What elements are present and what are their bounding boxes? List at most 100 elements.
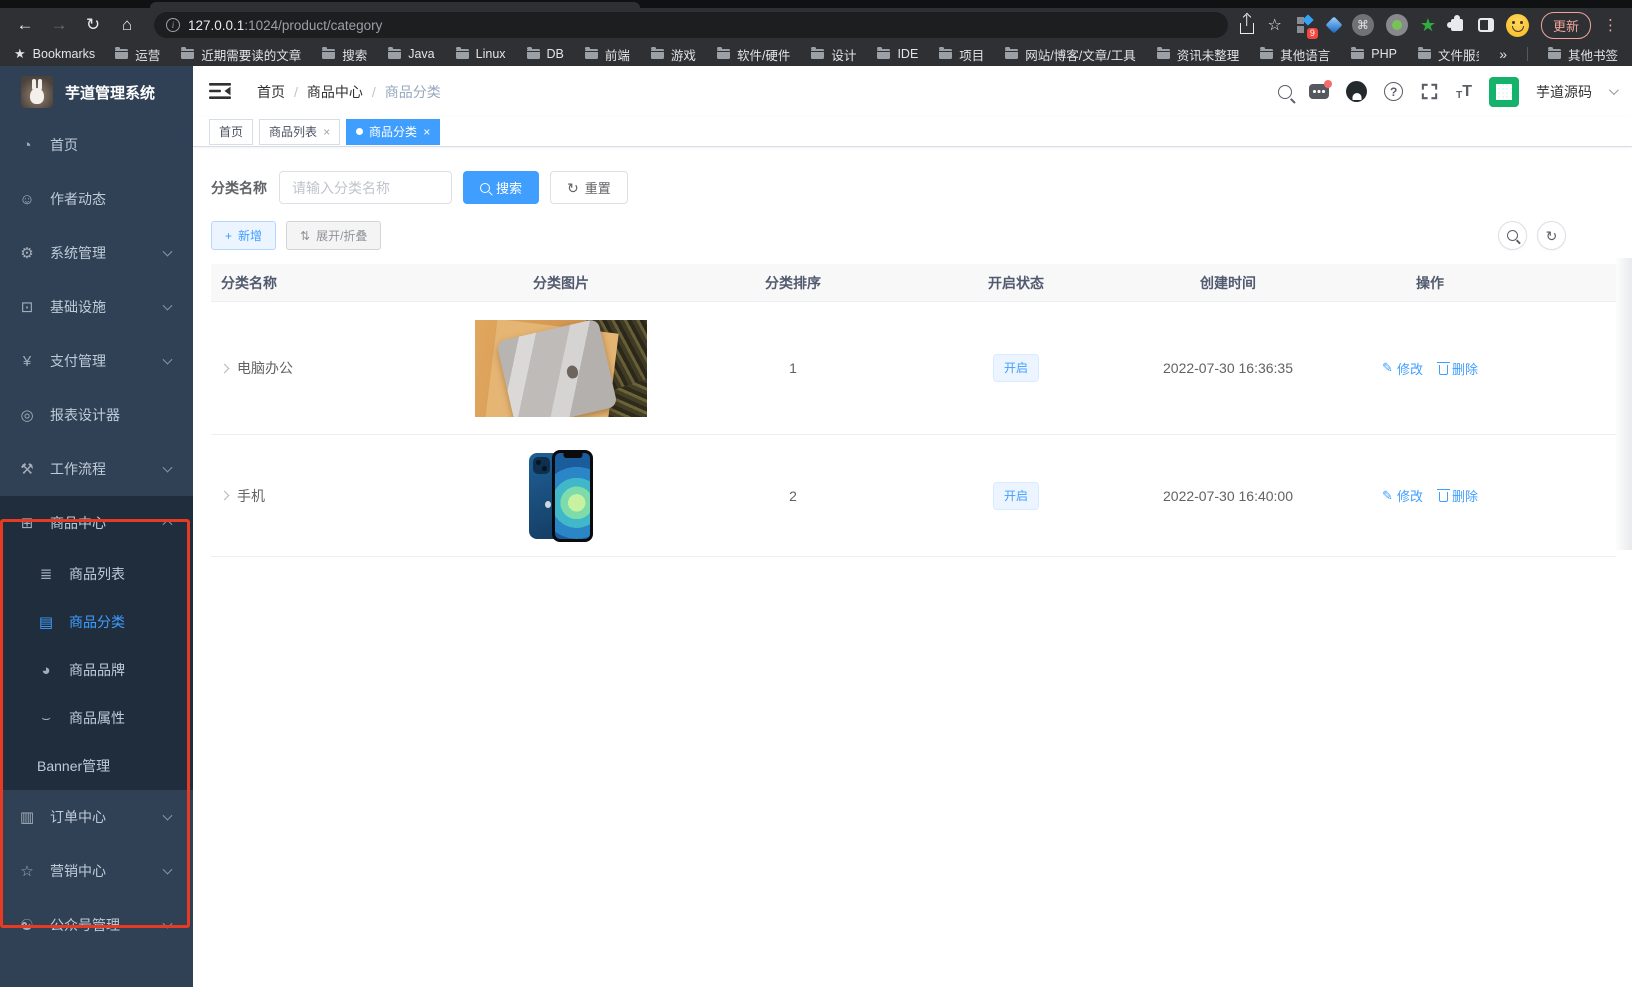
sidebar-item-首页[interactable]: ◔首页 [0,118,193,172]
star-extension-icon[interactable]: ★ [1420,16,1436,34]
expand-collapse-button[interactable]: ⇅展开/折叠 [286,221,381,250]
profile-emoji-icon[interactable] [1506,14,1529,37]
github-icon[interactable] [1346,81,1367,102]
add-button[interactable]: +新增 [211,221,276,250]
category-sort: 1 [702,360,884,376]
sidebar-item-报表设计器[interactable]: ◎报表设计器 [0,388,193,442]
status-badge[interactable]: 开启 [993,354,1039,382]
edit-button[interactable]: ✎修改 [1382,359,1423,378]
search-icon[interactable] [1278,85,1292,99]
bookmarks-overflow-chevron[interactable]: » [1499,46,1507,62]
refresh-button[interactable]: ↻ [1537,221,1566,250]
yen-icon: ¥ [18,353,36,370]
bookmark-folder[interactable]: 软件/硬件 [717,45,790,64]
hide-search-button[interactable] [1498,221,1527,250]
fullscreen-icon[interactable] [1420,82,1439,101]
bookmark-folder[interactable]: Linux [456,47,506,61]
sidebar-item-作者动态[interactable]: ☺作者动态 [0,172,193,226]
url-bar[interactable]: i 127.0.0.1:1024/product/category [154,12,1228,38]
sidebar: 芋道管理系统 ◔首页☺作者动态⚙系统管理⊡基础设施¥支付管理◎报表设计器⚒工作流… [0,66,193,987]
bookmark-folder[interactable]: 近期需要读的文章 [181,45,301,64]
bookmarks-bar: ★ Bookmarks 运营 近期需要读的文章 搜索 Java Linux DB 前端 游戏 软… [0,42,1632,66]
collapse-sidebar-icon[interactable] [209,82,233,102]
bookmark-folder[interactable]: 项目 [939,45,984,64]
bookmark-folder[interactable]: 运营 [115,45,160,64]
status-badge[interactable]: 开启 [993,482,1039,510]
sidebar-item-系统管理[interactable]: ⚙系统管理 [0,226,193,280]
bookmark-folder-label: Java [408,47,434,61]
active-browser-tab[interactable] [150,2,640,8]
share-icon[interactable] [1240,16,1256,34]
bookmarks-star-icon: ★ [14,46,26,62]
bookmark-folder-label: PHP [1371,47,1397,61]
gem-extension-icon[interactable] [1325,17,1342,34]
kebab-menu-icon[interactable]: ⋮ [1603,16,1618,34]
home-icon[interactable]: ⌂ [112,11,142,39]
expand-row-icon[interactable] [220,363,230,373]
sidebar-item-商品属性[interactable]: ⌣商品属性 [0,694,193,742]
tab-商品分类[interactable]: 商品分类 × [346,119,440,145]
bookmark-folder[interactable]: DB [527,47,564,61]
side-panel-icon[interactable] [1478,18,1494,32]
delete-button[interactable]: 删除 [1439,486,1478,505]
search-button[interactable]: 搜索 [463,171,539,204]
site-info-icon[interactable]: i [166,18,180,32]
bookmark-folder[interactable]: 设计 [811,45,856,64]
sidebar-item-工作流程[interactable]: ⚒工作流程 [0,442,193,496]
breadcrumb-home[interactable]: 首页 [257,82,285,102]
sidebar-item-基础设施[interactable]: ⊡基础设施 [0,280,193,334]
bookmarks-root[interactable]: ★ Bookmarks [14,46,95,62]
bookmark-folder[interactable]: 资讯未整理 [1157,45,1240,64]
bookmark-folder[interactable]: 网站/博客/文章/工具 [1005,45,1135,64]
message-icon[interactable] [1309,84,1329,99]
folder-icon [1351,49,1364,59]
sidebar-item-公众号管理[interactable]: ☯公众号管理 [0,898,193,952]
pencil-icon: ✎ [1382,488,1393,504]
puzzle-extensions-icon[interactable] [1451,19,1463,31]
bookmark-folder[interactable]: 文件服务器 [1418,45,1479,64]
bookmark-folder[interactable]: 前端 [585,45,630,64]
bookmark-folder[interactable]: PHP [1351,47,1397,61]
update-button[interactable]: 更新 [1541,12,1591,39]
sidebar-item-商品中心[interactable]: ⊞商品中心 [0,496,193,550]
dot-extension-icon[interactable] [1386,14,1408,36]
tab-商品列表[interactable]: 商品列表× [259,119,340,145]
breadcrumb-product-center[interactable]: 商品中心 [307,82,363,102]
close-icon[interactable]: × [323,125,330,139]
plus-icon: + [225,229,232,243]
bookmark-star-icon[interactable]: ☆ [1268,15,1282,35]
avatar[interactable] [1489,77,1519,107]
tab-label: 商品分类 [369,123,417,140]
sidebar-item-订单中心[interactable]: ▥订单中心 [0,790,193,844]
sidebar-item-商品品牌[interactable]: ◕商品品牌 [0,646,193,694]
back-icon[interactable]: ← [10,11,40,39]
other-bookmarks-folder[interactable]: 其他书签 [1548,45,1618,64]
close-icon[interactable]: × [423,125,430,139]
sidebar-item-商品分类[interactable]: ▤商品分类 [0,598,193,646]
bookmark-folder[interactable]: Java [388,47,434,61]
sidebar-item-支付管理[interactable]: ¥支付管理 [0,334,193,388]
reset-button[interactable]: ↻重置 [550,171,628,204]
username[interactable]: 芋道源码 [1536,82,1592,102]
tab-首页[interactable]: 首页 [209,119,253,145]
chevron-down-icon[interactable] [1609,85,1619,95]
edit-button[interactable]: ✎修改 [1382,486,1423,505]
font-size-icon[interactable]: TT [1456,83,1472,101]
reload-icon[interactable]: ↻ [78,11,108,39]
expand-row-icon[interactable] [220,491,230,501]
bookmark-folder[interactable]: IDE [877,47,918,61]
app-logo-row[interactable]: 芋道管理系统 [0,66,193,118]
sidebar-item-营销中心[interactable]: ☆营销中心 [0,844,193,898]
sidebar-item-商品列表[interactable]: ≣商品列表 [0,550,193,598]
forward-icon[interactable]: → [44,11,74,39]
marketing-star-icon: ☆ [18,862,36,880]
sidebar-item-Banner管理[interactable]: Banner管理 [0,742,193,790]
help-icon[interactable]: ? [1384,82,1403,101]
bookmark-folder[interactable]: 游戏 [651,45,696,64]
bookmark-folder[interactable]: 搜索 [322,45,367,64]
category-name-input[interactable] [279,171,452,204]
delete-button[interactable]: 删除 [1439,359,1478,378]
bookmark-folder[interactable]: 其他语言 [1260,45,1330,64]
command-extension-icon[interactable]: ⌘ [1352,14,1374,36]
extensions-icon[interactable]: 9 [1294,14,1316,36]
